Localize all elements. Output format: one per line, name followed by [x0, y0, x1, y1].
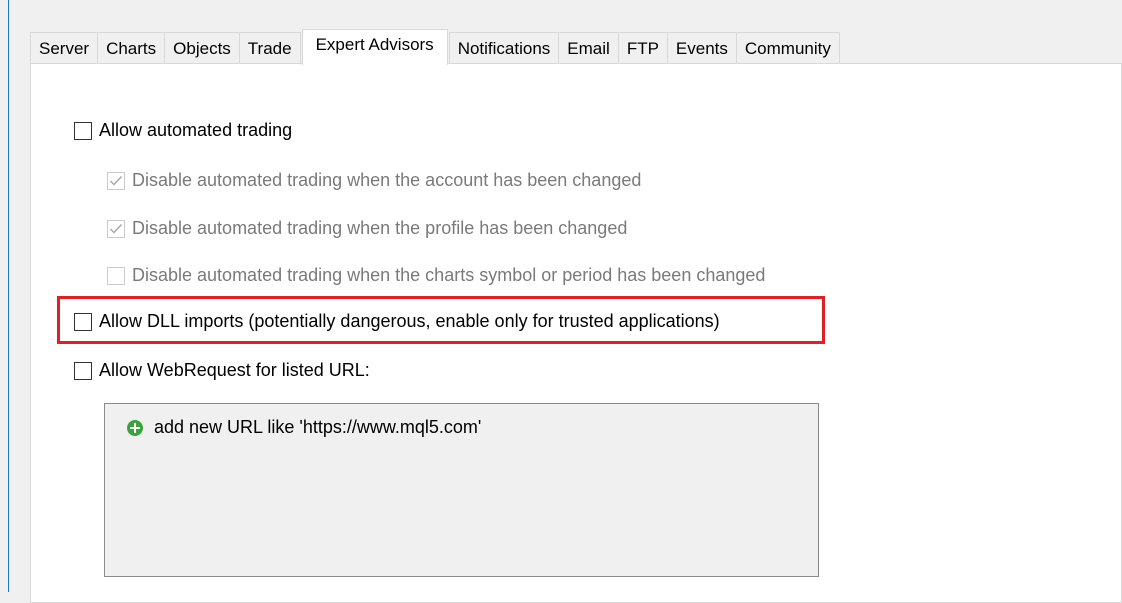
tab-charts[interactable]: Charts: [97, 32, 166, 64]
plus-circle-icon[interactable]: [127, 419, 143, 436]
add-url-row[interactable]: add new URL like 'https://www.mql5.com': [127, 417, 481, 438]
allow-automated-trading-checkbox[interactable]: [74, 121, 92, 140]
disable-on-profile-change-option[interactable]: Disable automated trading when the profi…: [107, 218, 627, 239]
allow-dll-imports-checkbox[interactable]: [74, 312, 92, 331]
allow-webrequest-checkbox[interactable]: [74, 361, 92, 380]
tab-community[interactable]: Community: [735, 32, 840, 64]
allow-dll-imports-label: Allow DLL imports (potentially dangerous…: [99, 311, 720, 331]
allow-automated-trading-option[interactable]: Allow automated trading: [74, 120, 292, 141]
tab-trade[interactable]: Trade: [238, 32, 301, 64]
disable-on-account-change-option[interactable]: Disable automated trading when the accou…: [107, 170, 641, 191]
allow-webrequest-option[interactable]: Allow WebRequest for listed URL:: [74, 360, 370, 381]
tab-ftp[interactable]: FTP: [617, 32, 668, 64]
checkmark-icon: [110, 223, 123, 234]
settings-tabstrip: Server Charts Objects Trade Expert Advis…: [30, 29, 840, 65]
webrequest-url-list[interactable]: add new URL like 'https://www.mql5.com': [104, 403, 819, 577]
allow-automated-trading-label: Allow automated trading: [99, 120, 293, 140]
disable-on-profile-change-label: Disable automated trading when the profi…: [132, 218, 628, 238]
disable-on-account-change-label: Disable automated trading when the accou…: [132, 170, 642, 190]
tab-events[interactable]: Events: [666, 32, 737, 64]
disable-on-symbol-period-change-label: Disable automated trading when the chart…: [132, 265, 766, 285]
tab-notifications[interactable]: Notifications: [448, 32, 560, 64]
disable-on-symbol-period-change-option[interactable]: Disable automated trading when the chart…: [107, 265, 765, 286]
allow-dll-imports-option[interactable]: Allow DLL imports (potentially dangerous…: [74, 311, 720, 332]
checkmark-icon: [110, 175, 123, 186]
add-url-label: add new URL like 'https://www.mql5.com': [154, 417, 482, 437]
tab-server[interactable]: Server: [30, 32, 99, 64]
window-border: [8, 0, 9, 592]
disable-on-profile-change-checkbox[interactable]: [107, 219, 125, 238]
disable-on-symbol-period-change-checkbox[interactable]: [107, 266, 125, 285]
tab-email[interactable]: Email: [558, 32, 619, 64]
allow-webrequest-label: Allow WebRequest for listed URL:: [99, 360, 370, 380]
tab-objects[interactable]: Objects: [164, 32, 240, 64]
disable-on-account-change-checkbox[interactable]: [107, 171, 125, 190]
tab-expert-advisors[interactable]: Expert Advisors: [301, 29, 448, 65]
